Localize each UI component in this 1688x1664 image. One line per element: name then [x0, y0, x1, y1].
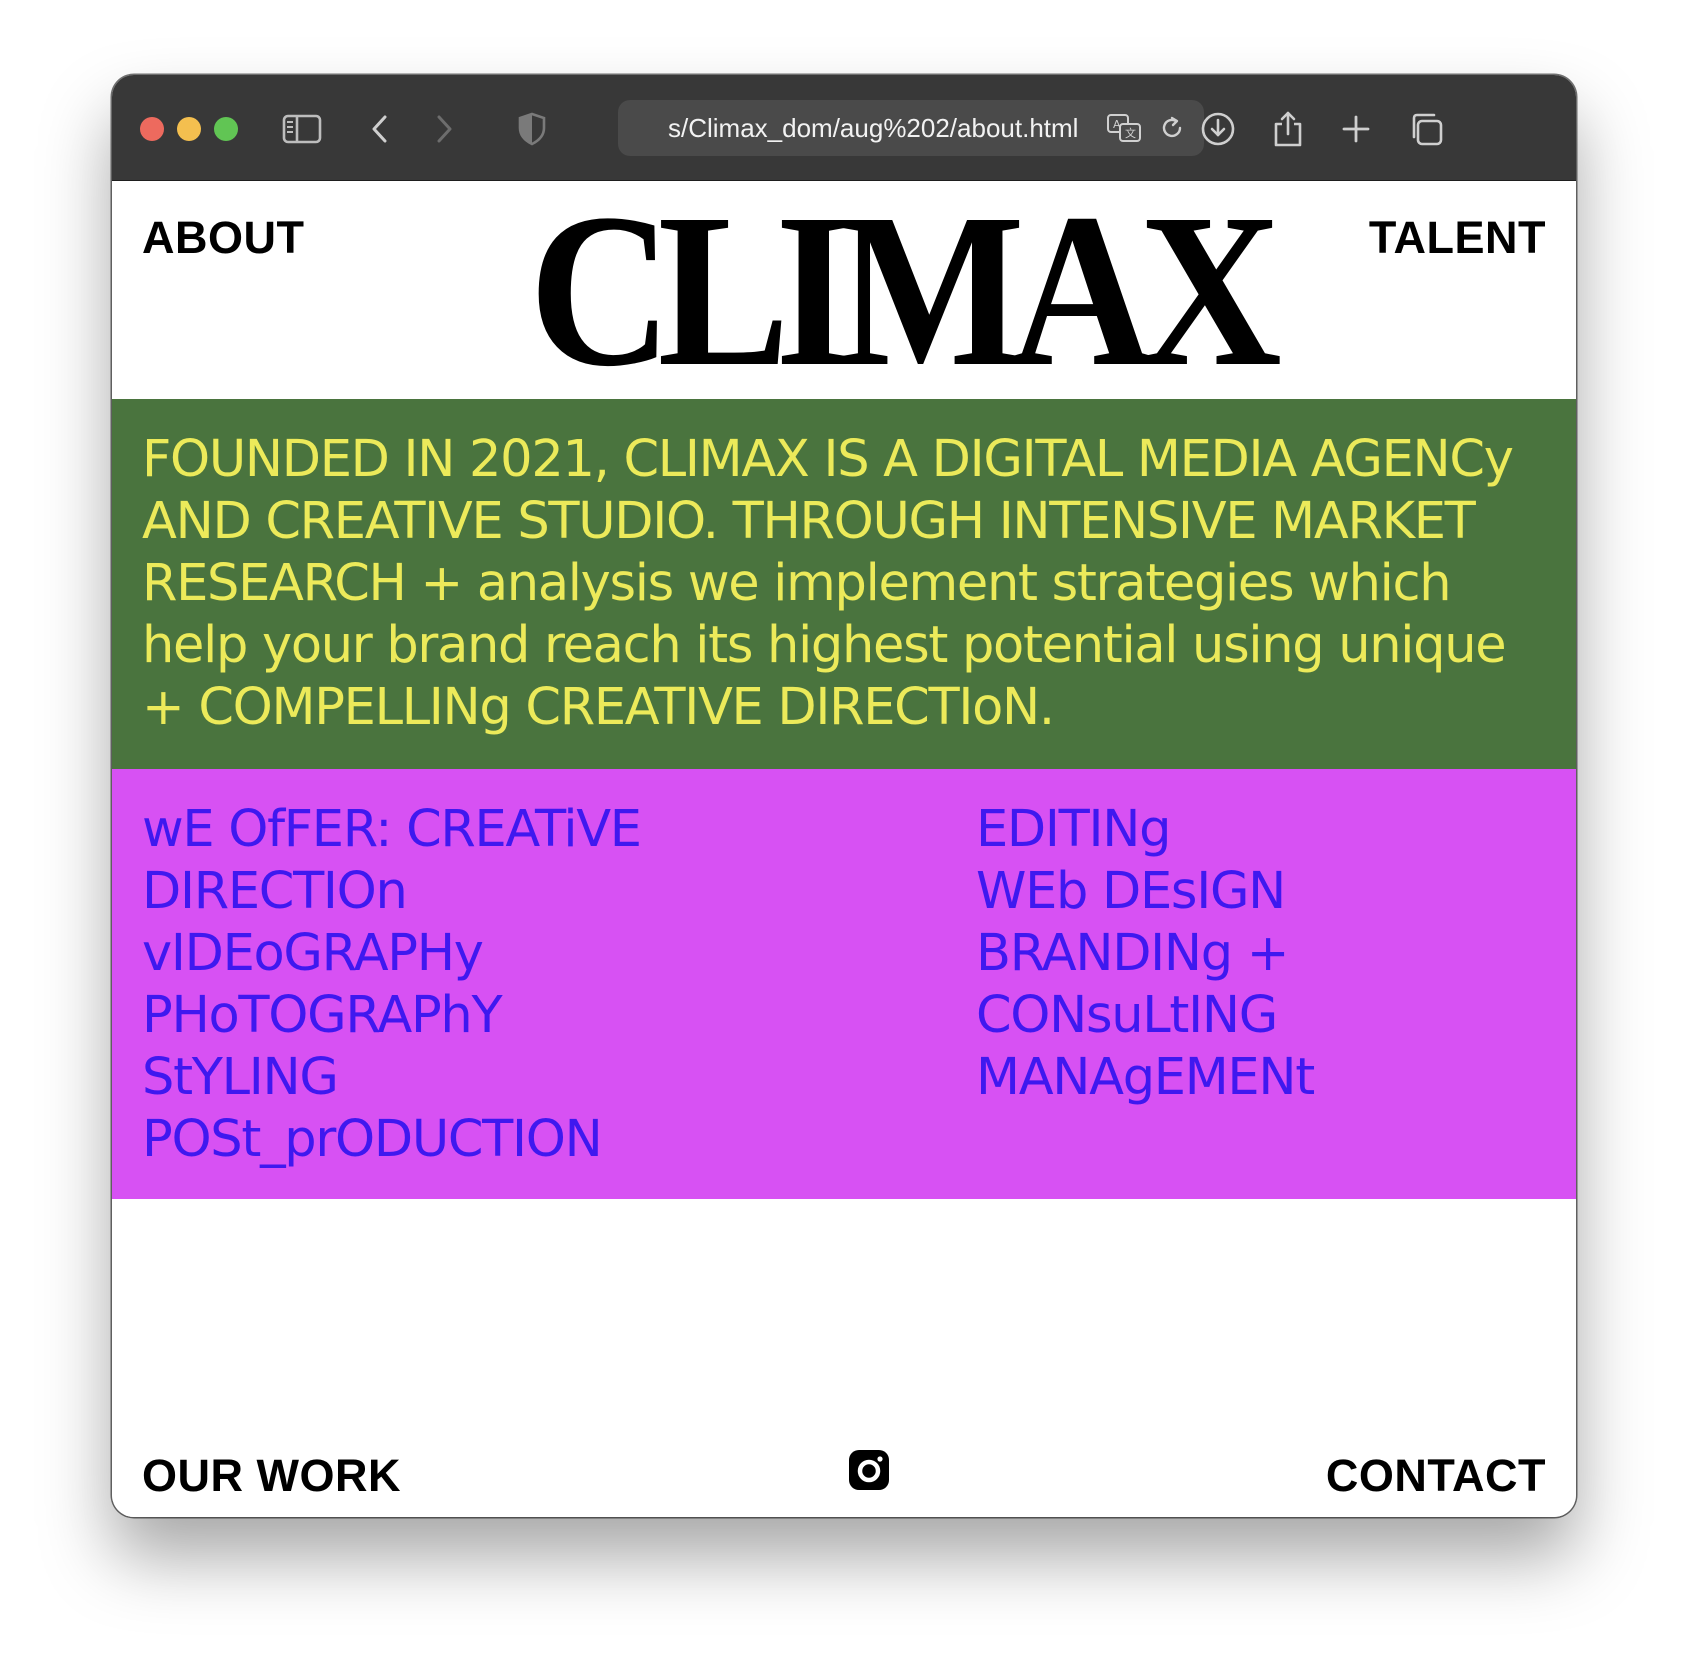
nav-contact-link[interactable]: CONTACT	[1326, 1453, 1546, 1498]
reload-icon[interactable]	[1154, 112, 1190, 144]
address-bar[interactable]: s/Climax_dom/aug%202/about.html A文	[618, 100, 1204, 156]
service-item: DIRECTIOn	[142, 862, 408, 921]
service-item: CONsuLtING	[976, 986, 1278, 1045]
shield-icon[interactable]	[510, 107, 554, 151]
url-text[interactable]: s/Climax_dom/aug%202/about.html	[668, 100, 1118, 156]
share-icon[interactable]	[1266, 107, 1310, 151]
sidebar-icon[interactable]	[280, 107, 324, 151]
nav-about-link[interactable]: ABOUT	[142, 215, 304, 260]
download-icon[interactable]	[1196, 107, 1240, 151]
service-item: POSt_prODUCTION	[142, 1110, 603, 1169]
service-item: StYLING	[142, 1048, 339, 1107]
minimize-window-button[interactable]	[177, 117, 201, 141]
new-tab-icon[interactable]	[1334, 107, 1378, 151]
about-paragraph: FOUNDED IN 2021, CLIMAX IS A DIGITAL MED…	[142, 430, 1514, 737]
service-item: MANAgEMENt	[976, 1048, 1315, 1107]
web-page: ABOUT CLIMAX TALENT FOUNDED IN 2021, CLI…	[112, 180, 1576, 1517]
nav-our-work-link[interactable]: OUR WORK	[142, 1453, 401, 1498]
svg-text:文: 文	[1125, 126, 1136, 140]
service-item: WEb DEsIGN	[976, 862, 1286, 921]
climax-logo[interactable]: CLIMAX	[529, 180, 1282, 400]
about-section: FOUNDED IN 2021, CLIMAX IS A DIGITAL MED…	[112, 399, 1576, 769]
services-section: wE OfFER: CREATiVE DIRECTIOn vIDEoGRAPHy…	[112, 769, 1576, 1199]
translate-icon[interactable]: A文	[1106, 112, 1142, 144]
service-item: EDITINg	[976, 800, 1171, 859]
nav-talent-link[interactable]: TALENT	[1369, 215, 1546, 260]
zoom-window-button[interactable]	[214, 117, 238, 141]
screenshot-stage: s/Climax_dom/aug%202/about.html A文 ABOUT…	[0, 0, 1688, 1664]
services-right-column: EDITINg WEb DEsIGN BRANDINg + CONsuLtING…	[976, 799, 1315, 1109]
tabs-overview-icon[interactable]	[1404, 107, 1448, 151]
services-left-column: wE OfFER: CREATiVE DIRECTIOn vIDEoGRAPHy…	[142, 799, 642, 1171]
service-item: vIDEoGRAPHy	[142, 924, 484, 983]
service-item: BRANDINg +	[976, 924, 1289, 983]
close-window-button[interactable]	[140, 117, 164, 141]
service-item: PHoTOGRAPhY	[142, 986, 503, 1045]
service-item: wE OfFER: CREATiVE	[142, 800, 642, 859]
browser-toolbar: s/Climax_dom/aug%202/about.html A文	[112, 75, 1576, 181]
back-icon[interactable]	[358, 107, 402, 151]
browser-window: s/Climax_dom/aug%202/about.html A文 ABOUT…	[112, 75, 1576, 1517]
forward-icon[interactable]	[422, 107, 466, 151]
instagram-icon[interactable]	[848, 1449, 890, 1491]
